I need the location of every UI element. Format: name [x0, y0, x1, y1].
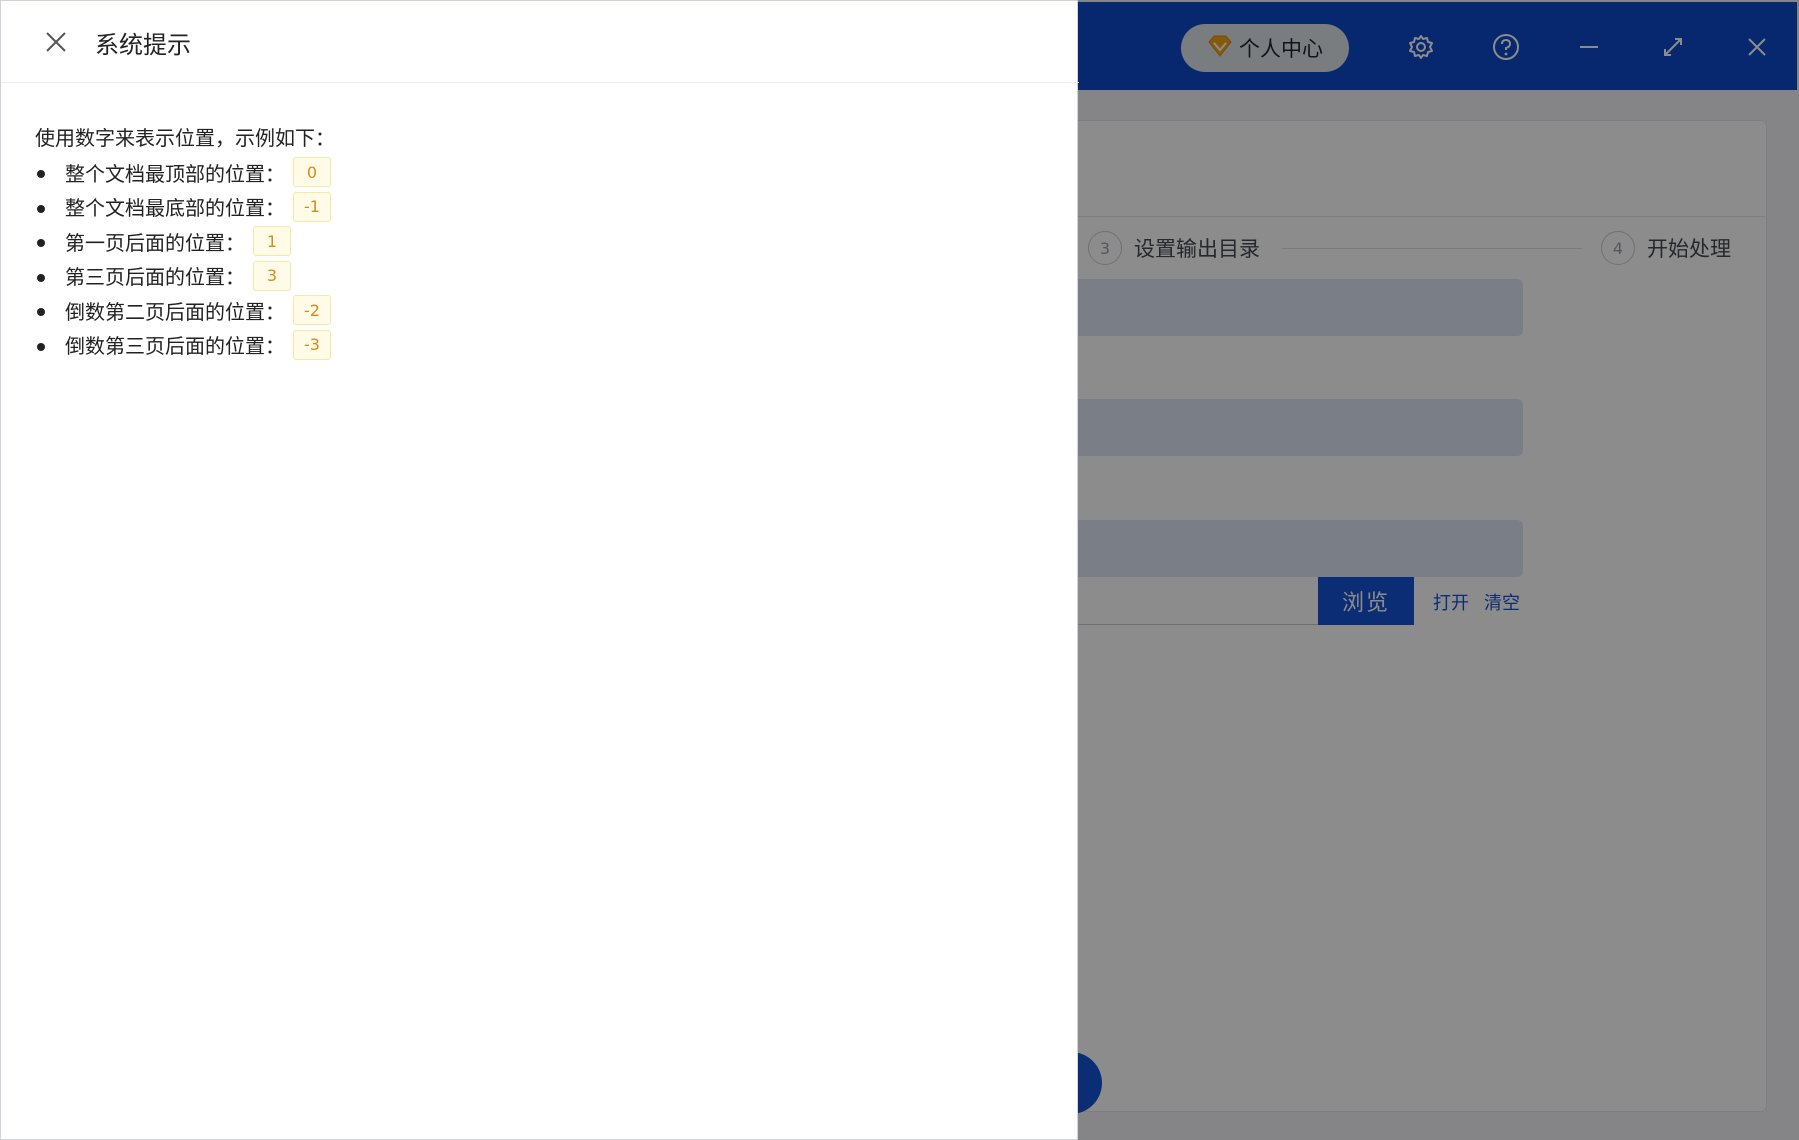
example-text: 倒数第二页后面的位置： — [65, 299, 285, 324]
drawer-body: 使用数字来表示位置，示例如下： 整个文档最顶部的位置： 0 整个文档最底部的位置… — [35, 123, 335, 362]
modal-overlay — [1078, 0, 1799, 1140]
list-item: 整个文档最底部的位置： -1 — [35, 190, 335, 225]
code-badge: -1 — [293, 191, 331, 222]
close-icon[interactable] — [41, 27, 71, 57]
example-text: 整个文档最顶部的位置： — [65, 161, 285, 186]
drawer-title: 系统提示 — [95, 31, 191, 59]
example-text: 第一页后面的位置： — [65, 230, 245, 255]
example-text: 倒数第三页后面的位置： — [65, 334, 285, 359]
list-item: 第一页后面的位置： 1 — [35, 224, 335, 259]
code-badge: 1 — [253, 226, 291, 257]
code-badge: 0 — [293, 157, 331, 188]
examples-list: 整个文档最顶部的位置： 0 整个文档最底部的位置： -1 第一页后面的位置： 1… — [35, 155, 335, 362]
intro-text: 使用数字来表示位置，示例如下： — [35, 126, 335, 150]
drawer-header: 系统提示 — [1, 1, 1079, 83]
example-text: 整个文档最底部的位置： — [65, 196, 285, 221]
list-item: 倒数第三页后面的位置： -3 — [35, 328, 335, 363]
code-badge: -2 — [293, 295, 331, 326]
list-item: 第三页后面的位置： 3 — [35, 259, 335, 294]
list-item: 倒数第二页后面的位置： -2 — [35, 293, 335, 328]
code-badge: 3 — [253, 260, 291, 291]
example-text: 第三页后面的位置： — [65, 265, 245, 290]
list-item: 整个文档最顶部的位置： 0 — [35, 155, 335, 190]
code-badge: -3 — [293, 329, 331, 360]
system-tip-drawer: 系统提示 使用数字来表示位置，示例如下： 整个文档最顶部的位置： 0 整个文档最… — [0, 0, 1079, 1140]
